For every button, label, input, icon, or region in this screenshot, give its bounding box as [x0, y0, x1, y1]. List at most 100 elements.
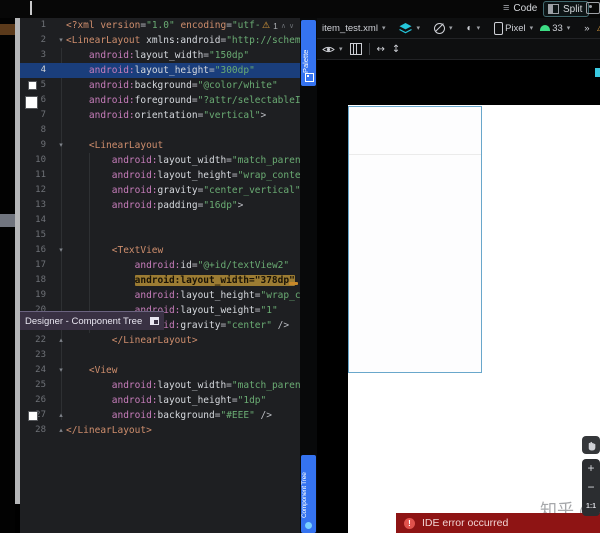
- code-text: android:layout_width="match_parent": [66, 378, 300, 393]
- code-line[interactable]: 25 android:layout_width="match_parent": [20, 378, 300, 393]
- code-text: android:id="@+id/textView2": [66, 258, 289, 273]
- line-number: 16: [20, 243, 46, 258]
- surface-selector-button[interactable]: ▾: [399, 23, 420, 34]
- code-text: android:layout_height="wrap_content": [66, 168, 300, 183]
- line-number: 18: [20, 273, 46, 288]
- line-number: 7: [20, 108, 46, 123]
- component-tree-tab-label: Component Tree: [301, 458, 316, 518]
- zoom-out-button[interactable]: −: [582, 478, 600, 497]
- window-icon: [150, 317, 159, 325]
- design-toolbar-secondary: ▾ ↔ ↕: [317, 39, 600, 60]
- code-text: <TextView: [66, 243, 163, 258]
- code-editor[interactable]: 1<?xml version="1.0" encoding="utf-2▾<Li…: [20, 18, 300, 533]
- code-line[interactable]: 26 android:layout_height="1dp": [20, 393, 300, 408]
- fold-marker-icon[interactable]: ▴: [56, 423, 66, 438]
- code-text: </LinearLayout>: [66, 333, 198, 348]
- tool-tab-strip: Palette Component Tree: [300, 18, 317, 533]
- line-number: 9: [20, 138, 46, 153]
- code-line[interactable]: 14: [20, 213, 300, 228]
- layout-variants-button[interactable]: [350, 43, 362, 55]
- code-text: android:layout_height="300dp": [66, 63, 255, 78]
- background-band-gray: [0, 214, 15, 227]
- line-number: 19: [20, 288, 46, 303]
- code-text: <LinearLayout xmlns:android="http://sche…: [66, 33, 300, 48]
- line-number: 11: [20, 168, 46, 183]
- code-line[interactable]: 1<?xml version="1.0" encoding="utf-: [20, 18, 300, 33]
- code-line[interactable]: 17 android:id="@+id/textView2": [20, 258, 300, 273]
- orientation-vertical-button[interactable]: ↕: [392, 44, 400, 55]
- file-selector[interactable]: item_test.xml ▾: [322, 23, 385, 34]
- code-text: android:foreground="?attr/selectableItem…: [66, 93, 300, 108]
- zoom-controls: + − 1:1: [582, 459, 600, 516]
- code-line[interactable]: 22▴ </LinearLayout>: [20, 333, 300, 348]
- code-text: <LinearLayout: [66, 138, 163, 153]
- line-number: 25: [20, 378, 46, 393]
- code-line[interactable]: 12 android:gravity="center_vertical": [20, 183, 300, 198]
- background-window-sliver: [0, 0, 15, 533]
- code-line[interactable]: 15: [20, 228, 300, 243]
- fold-marker-icon[interactable]: ▾: [56, 243, 66, 258]
- code-line[interactable]: 9 ▾ <LinearLayout: [20, 138, 300, 153]
- code-line[interactable]: 23: [20, 348, 300, 363]
- warning-icon: ⚠: [262, 20, 270, 31]
- sidebar-tab-component-tree[interactable]: Component Tree: [301, 455, 316, 533]
- ide-error-banner[interactable]: ! IDE error occurred: [396, 513, 600, 533]
- code-line[interactable]: 3 android:layout_width="150dp": [20, 48, 300, 63]
- code-line[interactable]: 6 android:foreground="?attr/selectableIt…: [20, 93, 300, 108]
- device-selector[interactable]: Pixel ▾: [494, 22, 533, 35]
- code-text: android:layout_width="match_parent": [66, 153, 300, 168]
- code-line[interactable]: 5 android:background="@color/white": [20, 78, 300, 93]
- design-mode-button[interactable]: [586, 1, 600, 15]
- code-line[interactable]: 19 android:layout_height="wrap_content": [20, 288, 300, 303]
- code-line[interactable]: 27▴ android:background="#EEE" />: [20, 408, 300, 423]
- android-icon: [540, 25, 550, 31]
- fold-marker-icon[interactable]: ▴: [56, 408, 66, 423]
- fold-marker-icon[interactable]: ▴: [56, 333, 66, 348]
- pan-tool-button[interactable]: [582, 436, 600, 454]
- component-tree-icon: [305, 522, 312, 529]
- fold-marker-icon[interactable]: ▾: [56, 138, 66, 153]
- code-line[interactable]: 4 android:layout_height="300dp": [20, 63, 300, 78]
- theme-icon: ◐: [467, 23, 473, 34]
- code-line[interactable]: 7 android:orientation="vertical">: [20, 108, 300, 123]
- view-options-button[interactable]: ▾: [322, 45, 343, 54]
- fold-marker-icon[interactable]: ▾: [56, 33, 66, 48]
- color-swatch-icon[interactable]: [28, 411, 38, 421]
- code-line[interactable]: 16 ▾ <TextView: [20, 243, 300, 258]
- code-line[interactable]: 2▾<LinearLayout xmlns:android="http://sc…: [20, 33, 300, 48]
- code-line[interactable]: 28▴</LinearLayout>: [20, 423, 300, 438]
- chevron-down-icon: ▾: [339, 45, 343, 53]
- api-level-selector[interactable]: 33 ▾: [540, 23, 570, 34]
- split-mode-button[interactable]: Split: [543, 1, 589, 17]
- code-text: <View: [66, 363, 118, 378]
- theme-selector-button[interactable]: ◐ ▾: [467, 23, 481, 34]
- design-toolbar-primary: item_test.xml ▾ ▾ ▾ ◐ ▾: [317, 18, 600, 39]
- code-line[interactable]: 24▾ <View: [20, 363, 300, 378]
- sidebar-tab-palette[interactable]: Palette: [301, 20, 316, 86]
- overflow-button[interactable]: »: [584, 23, 589, 34]
- next-issue-icon[interactable]: ∨: [289, 22, 294, 30]
- code-line[interactable]: 13 android:padding="16dp">: [20, 198, 300, 213]
- line-number: 17: [20, 258, 46, 273]
- code-mode-button[interactable]: ≡ Code: [503, 1, 537, 15]
- device-phone-icon: [494, 22, 503, 35]
- code-mode-label: Code: [513, 3, 537, 14]
- issues-panel-button[interactable]: ⚠: [597, 23, 600, 34]
- zoom-actual-size-button[interactable]: 1:1: [582, 497, 600, 516]
- night-mode-button[interactable]: ▾: [434, 23, 453, 34]
- zoom-in-button[interactable]: +: [582, 459, 600, 478]
- code-line[interactable]: 11 android:layout_height="wrap_content": [20, 168, 300, 183]
- warning-count: 1: [273, 21, 278, 31]
- root-linearlayout-preview[interactable]: [348, 106, 482, 373]
- scrollbar-warning-mark[interactable]: [289, 282, 298, 285]
- line-number: 12: [20, 183, 46, 198]
- color-swatch-icon[interactable]: [28, 81, 37, 90]
- orientation-horizontal-button[interactable]: ↔: [377, 44, 385, 55]
- fold-marker-icon[interactable]: ▾: [56, 363, 66, 378]
- code-line[interactable]: 8: [20, 123, 300, 138]
- code-line[interactable]: 18 android:layout_width="378dp": [20, 273, 300, 288]
- inspections-widget[interactable]: ⚠ 1 ∧ ∨: [260, 19, 300, 32]
- prev-issue-icon[interactable]: ∧: [281, 22, 286, 30]
- code-line[interactable]: 10 android:layout_width="match_parent": [20, 153, 300, 168]
- line-number: 15: [20, 228, 46, 243]
